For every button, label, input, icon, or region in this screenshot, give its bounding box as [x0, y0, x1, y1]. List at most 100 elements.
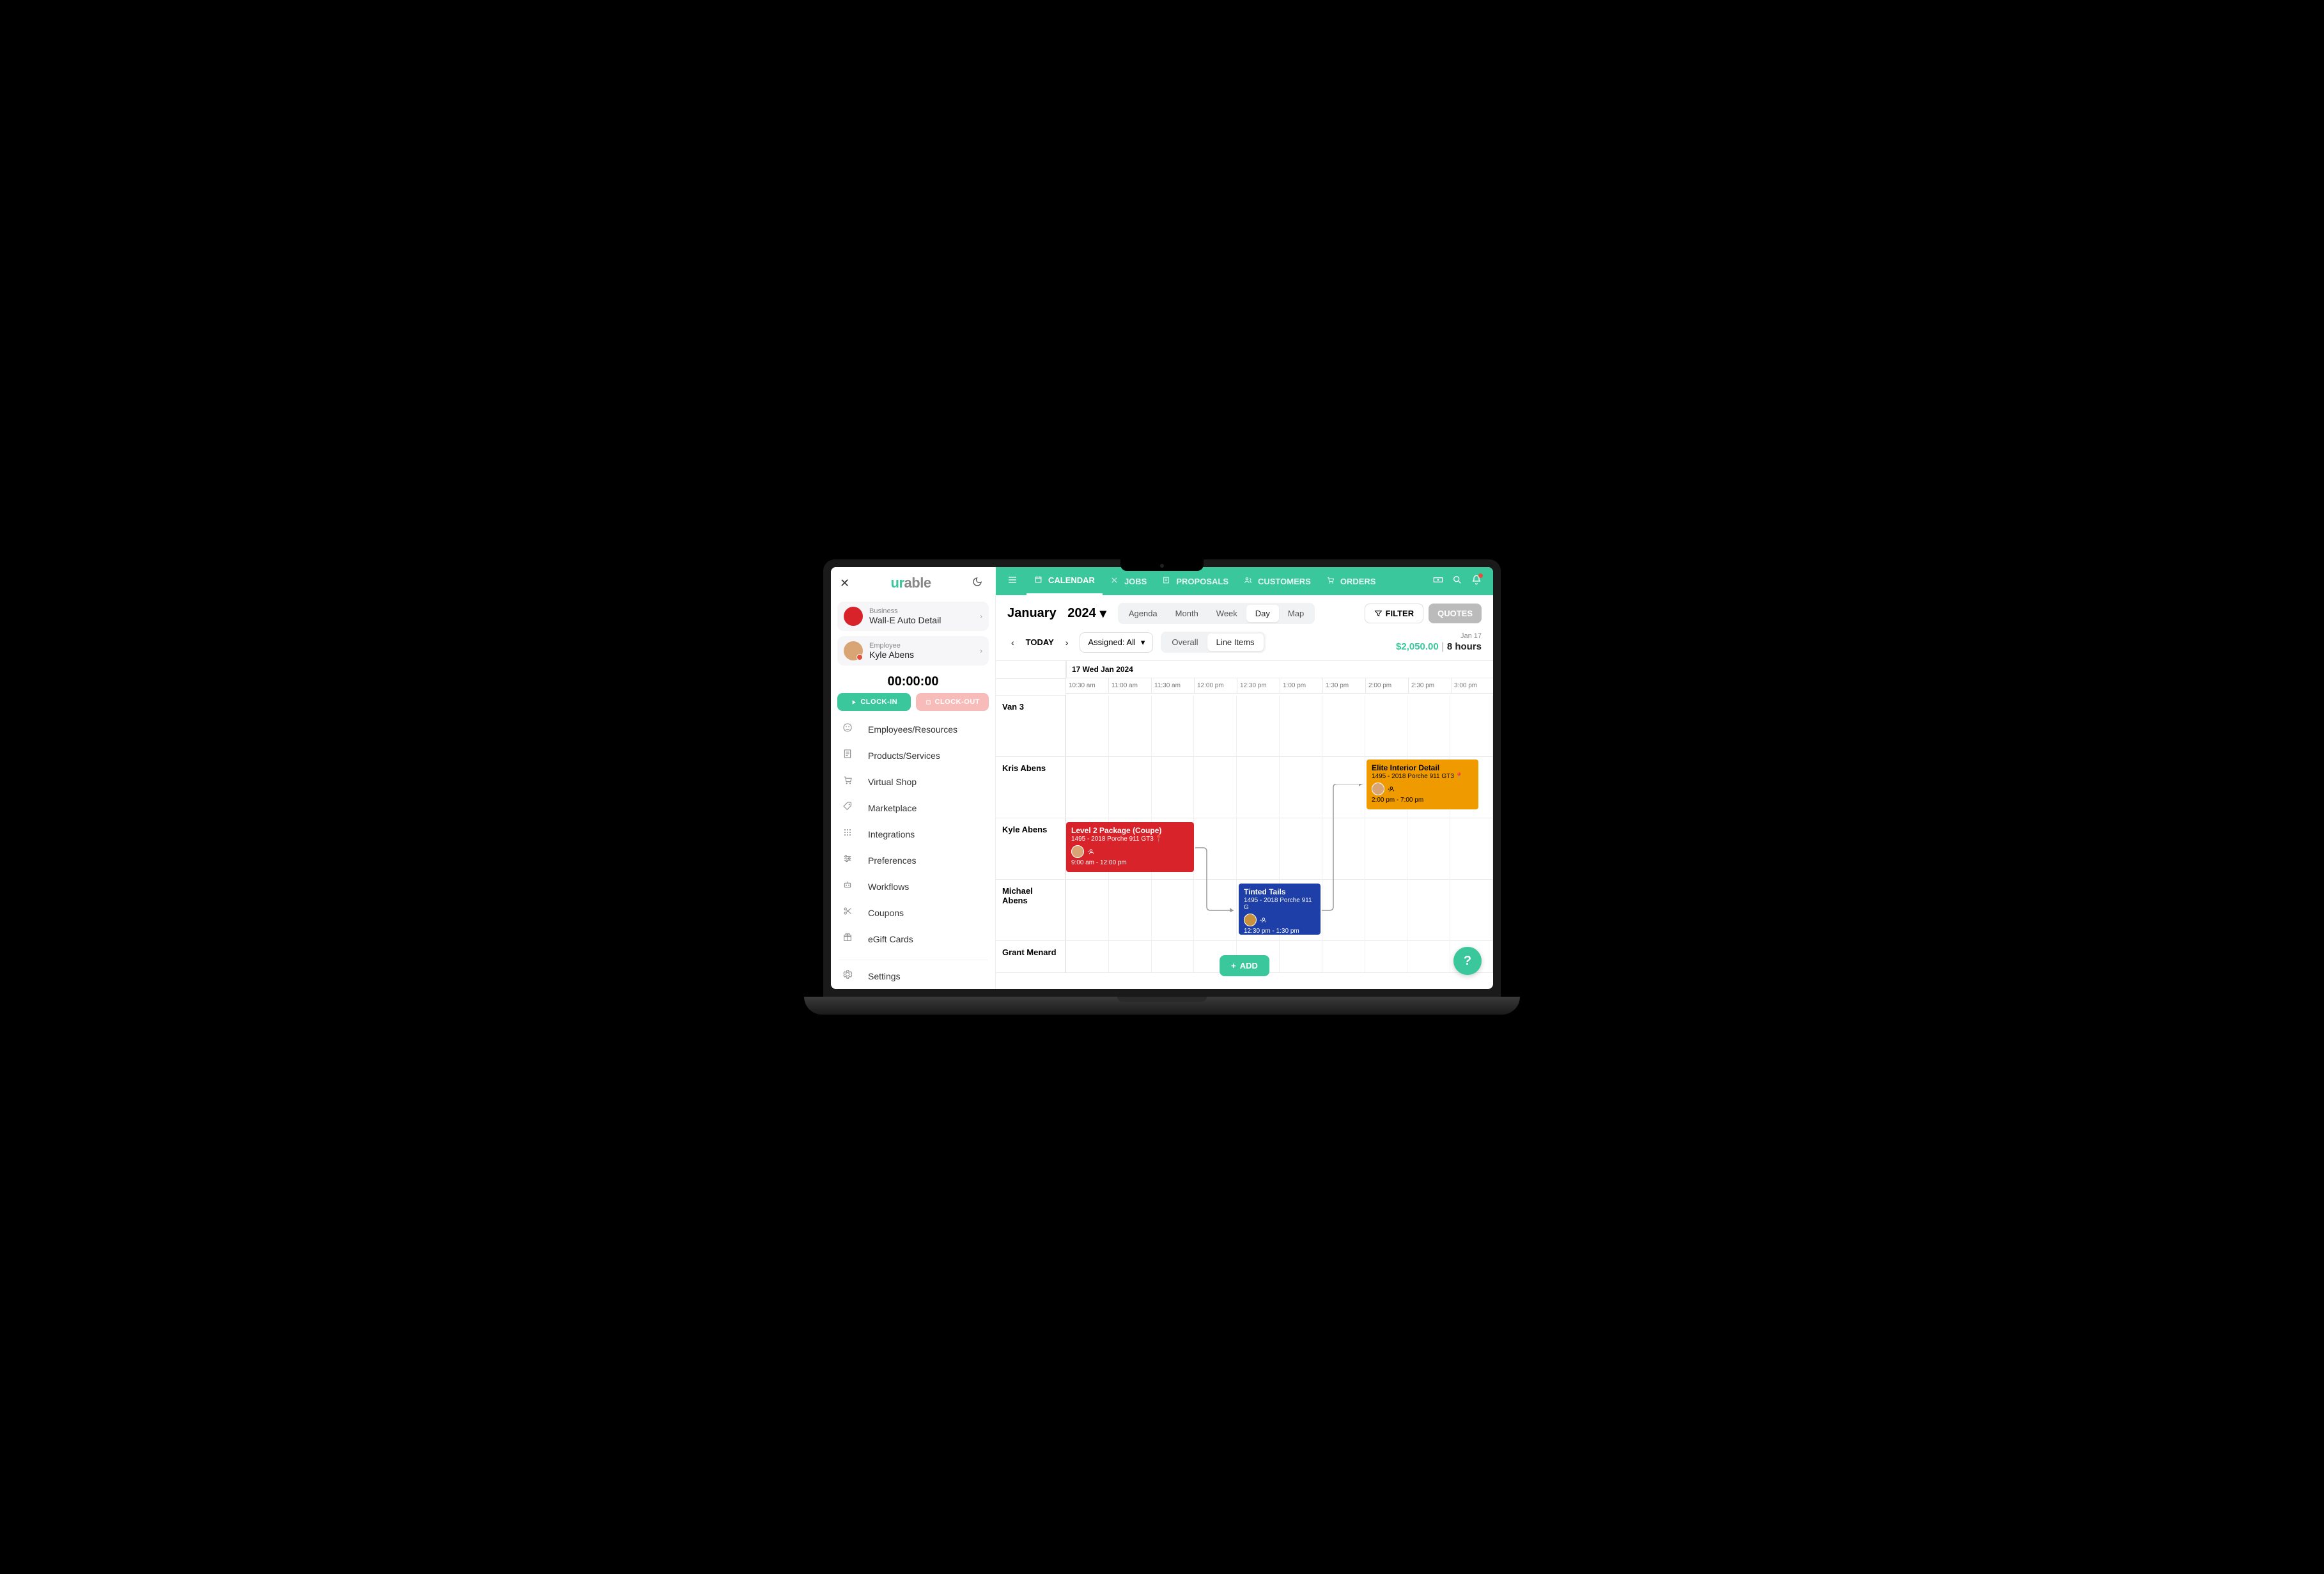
- business-label: Business: [869, 607, 973, 615]
- time-header: 3:00 pm: [1452, 678, 1493, 694]
- time-header: 2:30 pm: [1409, 678, 1452, 694]
- grid-icon: [842, 827, 856, 841]
- prev-day-button[interactable]: ‹: [1007, 635, 1018, 650]
- bell-icon[interactable]: [1471, 575, 1482, 588]
- calendar-cell[interactable]: [1152, 757, 1195, 818]
- view-agenda[interactable]: Agenda: [1120, 605, 1166, 622]
- tag-icon: [842, 801, 856, 814]
- sidebar-item-workflows[interactable]: Workflows: [831, 873, 995, 900]
- tab-calendar[interactable]: CALENDAR: [1026, 567, 1103, 595]
- calendar-cell[interactable]: [1322, 880, 1365, 941]
- sidebar-item-marketplace[interactable]: Marketplace: [831, 795, 995, 821]
- calendar-cell[interactable]: [1194, 696, 1237, 757]
- business-selector[interactable]: Business Wall-E Auto Detail ›: [837, 602, 989, 631]
- calendar-cell[interactable]: [1407, 880, 1450, 941]
- help-button[interactable]: ?: [1453, 947, 1482, 975]
- sidebar-item-products-services[interactable]: Products/Services: [831, 742, 995, 768]
- sidebar-item-integrations[interactable]: Integrations: [831, 821, 995, 847]
- add-person-icon: [1259, 917, 1266, 924]
- filter-button[interactable]: FILTER: [1365, 604, 1424, 623]
- calendar-cell[interactable]: [1280, 757, 1322, 818]
- calendar-cell[interactable]: [1407, 818, 1450, 880]
- view-month[interactable]: Month: [1166, 605, 1207, 622]
- avatar: [1071, 845, 1084, 858]
- calendar-cell[interactable]: [1365, 696, 1408, 757]
- sidebar-item-virtual-shop[interactable]: Virtual Shop: [831, 768, 995, 795]
- sidebar-item-settings[interactable]: Settings: [831, 963, 995, 989]
- calendar-cell[interactable]: [1322, 941, 1365, 973]
- scope-segmented: OverallLine Items: [1161, 632, 1265, 653]
- sidebar-item-coupons[interactable]: Coupons: [831, 900, 995, 926]
- event-level2[interactable]: Level 2 Package (Coupe) 1495 - 2018 Porc…: [1066, 822, 1194, 872]
- calendar-cell[interactable]: [1066, 880, 1109, 941]
- calendar-cell[interactable]: [1450, 880, 1493, 941]
- calendar-cell[interactable]: [1109, 757, 1152, 818]
- calendar-cell[interactable]: [1407, 696, 1450, 757]
- calendar-cell[interactable]: [1066, 757, 1109, 818]
- menu-icon[interactable]: [1001, 575, 1024, 588]
- tab-icon: [1034, 575, 1044, 586]
- sidebar-item-employees-resources[interactable]: Employees/Resources: [831, 716, 995, 742]
- calendar-cell[interactable]: [1194, 880, 1237, 941]
- quotes-button[interactable]: QUOTES: [1429, 604, 1482, 623]
- calendar-cell[interactable]: [1237, 818, 1280, 880]
- search-icon[interactable]: [1452, 575, 1462, 588]
- today-button[interactable]: TODAY: [1026, 637, 1054, 647]
- gift-icon: [842, 932, 856, 946]
- calendar-grid: 17 Wed Jan 2024 10:30 am11:00 am11:30 am…: [996, 660, 1493, 989]
- close-icon[interactable]: ✕: [840, 577, 849, 590]
- logo: urable: [891, 575, 931, 591]
- calendar-cell[interactable]: [1152, 941, 1195, 973]
- calendar-cell[interactable]: [1109, 880, 1152, 941]
- calendar-cell[interactable]: [1194, 818, 1237, 880]
- business-avatar: [844, 607, 863, 626]
- month-selector[interactable]: January 2024 ▾: [1007, 605, 1106, 621]
- calendar-cell[interactable]: [1280, 818, 1322, 880]
- add-button[interactable]: +ADD: [1220, 955, 1269, 976]
- calendar-cell[interactable]: [1322, 818, 1365, 880]
- calendar-cell[interactable]: [1322, 696, 1365, 757]
- tab-customers[interactable]: CUSTOMERS: [1236, 567, 1319, 595]
- calendar-cell[interactable]: [1109, 696, 1152, 757]
- calendar-cell[interactable]: [1194, 757, 1237, 818]
- event-elite[interactable]: Elite Interior Detail 1495 - 2018 Porche…: [1367, 760, 1478, 809]
- calendar-cell[interactable]: [1365, 941, 1408, 973]
- calendar-cell[interactable]: [1109, 941, 1152, 973]
- cash-icon[interactable]: [1433, 575, 1443, 588]
- caret-down-icon: ▾: [1141, 637, 1145, 648]
- calendar-cell[interactable]: [1066, 696, 1109, 757]
- calendar-cell[interactable]: [1280, 941, 1322, 973]
- view-day[interactable]: Day: [1246, 605, 1279, 622]
- calendar-cell[interactable]: [1152, 696, 1195, 757]
- tab-jobs[interactable]: JOBS: [1103, 567, 1154, 595]
- employee-avatar: [844, 641, 863, 660]
- calendar-cell[interactable]: [1280, 696, 1322, 757]
- clock-out-button[interactable]: CLOCK-OUT: [916, 693, 989, 711]
- tab-orders[interactable]: ORDERS: [1319, 567, 1384, 595]
- scope-line-items[interactable]: Line Items: [1207, 634, 1264, 651]
- calendar-cell[interactable]: [1407, 941, 1450, 973]
- view-map[interactable]: Map: [1279, 605, 1313, 622]
- sidebar-item-preferences[interactable]: Preferences: [831, 847, 995, 873]
- calendar-cell[interactable]: [1365, 818, 1408, 880]
- clock-in-button[interactable]: CLOCK-IN: [837, 693, 911, 711]
- calendar-cell[interactable]: [1152, 880, 1195, 941]
- calendar-cell[interactable]: [1237, 757, 1280, 818]
- dark-mode-icon[interactable]: [972, 577, 986, 590]
- tab-proposals[interactable]: PROPOSALS: [1154, 567, 1236, 595]
- tab-icon: [1110, 576, 1120, 586]
- calendar-cell[interactable]: [1450, 818, 1493, 880]
- calendar-cell[interactable]: [1066, 941, 1109, 973]
- sidebar-item-egift-cards[interactable]: eGift Cards: [831, 926, 995, 952]
- next-day-button[interactable]: ›: [1062, 635, 1073, 650]
- employee-selector[interactable]: Employee Kyle Abens ›: [837, 636, 989, 666]
- calendar-cell[interactable]: [1365, 880, 1408, 941]
- event-tinted[interactable]: Tinted Tails 1495 - 2018 Porche 911 G 12…: [1239, 884, 1321, 935]
- calendar-cell[interactable]: [1450, 696, 1493, 757]
- scope-overall[interactable]: Overall: [1163, 634, 1207, 651]
- calendar-cell[interactable]: [1237, 696, 1280, 757]
- calendar-cell[interactable]: [1322, 757, 1365, 818]
- assigned-dropdown[interactable]: Assigned: All ▾: [1080, 632, 1153, 653]
- view-week[interactable]: Week: [1207, 605, 1246, 622]
- employee-name: Kyle Abens: [869, 650, 973, 660]
